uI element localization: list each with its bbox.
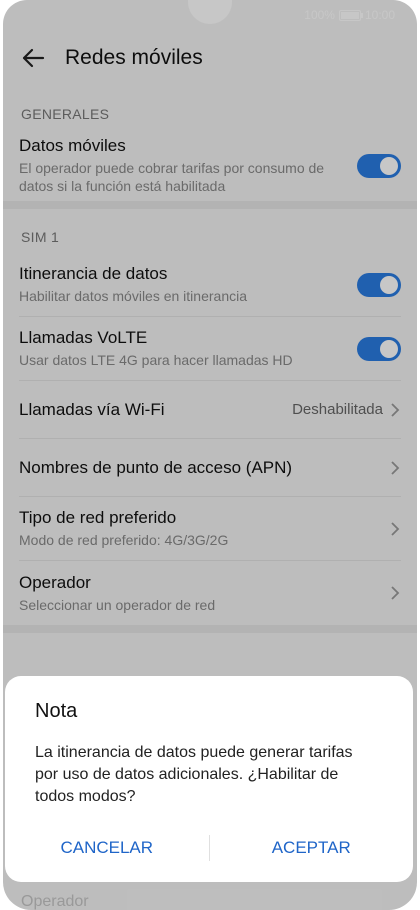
cancel-button[interactable]: CANCELAR bbox=[5, 832, 209, 864]
dialog-title: Nota bbox=[35, 700, 78, 722]
screen: 100% 10:00 Redes móviles GENERALES Datos… bbox=[3, 0, 417, 910]
accept-button[interactable]: ACEPTAR bbox=[210, 832, 414, 864]
dialog-actions: CANCELAR ACEPTAR bbox=[5, 832, 413, 864]
note-dialog: Nota La itinerancia de datos puede gener… bbox=[5, 676, 413, 882]
sim2-operator-peek: Operador bbox=[21, 893, 89, 910]
phone-frame: 100% 10:00 Redes móviles GENERALES Datos… bbox=[0, 0, 420, 910]
dialog-message: La itinerancia de datos puede generar ta… bbox=[35, 744, 353, 805]
